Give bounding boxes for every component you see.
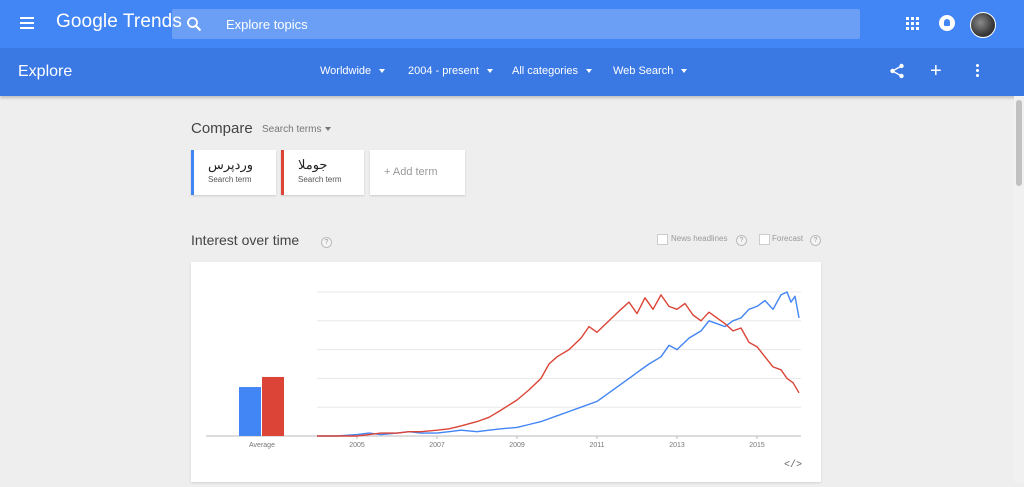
search-type-filter[interactable]: Web Search: [613, 65, 688, 77]
scrollbar-thumb[interactable]: [1016, 100, 1022, 186]
menu-icon[interactable]: [20, 17, 34, 29]
search-icon: [187, 17, 202, 32]
avatar[interactable]: [970, 12, 996, 38]
series-line: [317, 291, 800, 437]
average-bar: [262, 376, 284, 436]
interest-chart-card: Average 2005 2007 2009 2011 2013 2015: [191, 262, 821, 482]
region-filter[interactable]: Worldwide: [320, 65, 386, 77]
top-app-bar: Google Trends: [0, 0, 1024, 48]
compare-mode-dropdown[interactable]: Search terms: [262, 124, 332, 135]
add-icon[interactable]: +: [930, 61, 942, 81]
news-headlines-checkbox[interactable]: [657, 234, 668, 245]
explore-toolbar: Explore Worldwide 2004 - present All cat…: [0, 48, 1024, 96]
forecast-label: Forecast: [772, 234, 804, 243]
chevron-down-icon: [379, 69, 386, 74]
help-icon[interactable]: ?: [810, 235, 821, 246]
x-tick-label: 2007: [429, 442, 445, 449]
term-card-1[interactable]: وردپرس Search term: [191, 150, 276, 195]
term-name: جوملا: [298, 157, 328, 172]
notifications-icon[interactable]: [939, 15, 955, 31]
term-name: وردپرس: [208, 157, 254, 172]
chevron-down-icon: [325, 127, 332, 132]
term-type: Search term: [298, 175, 342, 184]
x-tick-label: 2011: [589, 442, 604, 449]
chevron-down-icon: [486, 69, 493, 74]
apps-grid-icon[interactable]: [906, 17, 920, 31]
explore-search-box[interactable]: [172, 9, 860, 39]
term-type: Search term: [208, 175, 252, 184]
more-options-icon[interactable]: [976, 64, 980, 80]
chevron-down-icon: [586, 69, 593, 74]
share-icon[interactable]: [889, 63, 905, 79]
page-title: Explore: [18, 63, 73, 80]
embed-code-icon[interactable]: </>: [784, 460, 802, 471]
interest-over-time-heading: Interest over time: [191, 232, 300, 248]
search-input[interactable]: [226, 9, 826, 39]
term-card-2[interactable]: جوملا Search term: [281, 150, 364, 195]
x-tick-label: 2005: [349, 442, 365, 449]
forecast-checkbox[interactable]: [759, 234, 770, 245]
time-range-filter[interactable]: 2004 - present: [408, 65, 493, 77]
help-icon[interactable]: ?: [736, 235, 747, 246]
add-term-button[interactable]: + Add term: [370, 150, 465, 195]
news-headlines-label: News headlines: [671, 234, 728, 243]
help-icon[interactable]: ?: [321, 237, 332, 248]
chevron-down-icon: [681, 69, 688, 74]
category-filter[interactable]: All categories: [512, 65, 593, 77]
add-term-label: + Add term: [384, 166, 438, 178]
x-tick-label: 2015: [749, 442, 765, 449]
compare-heading: Compare: [191, 120, 253, 137]
x-tick-label: 2009: [509, 442, 525, 449]
average-label: Average: [249, 442, 275, 449]
average-bar: [239, 387, 261, 436]
x-tick-label: 2013: [669, 442, 685, 449]
interest-chart[interactable]: Average 2005 2007 2009 2011 2013 2015: [191, 262, 821, 482]
app-title[interactable]: Google Trends: [56, 11, 182, 33]
